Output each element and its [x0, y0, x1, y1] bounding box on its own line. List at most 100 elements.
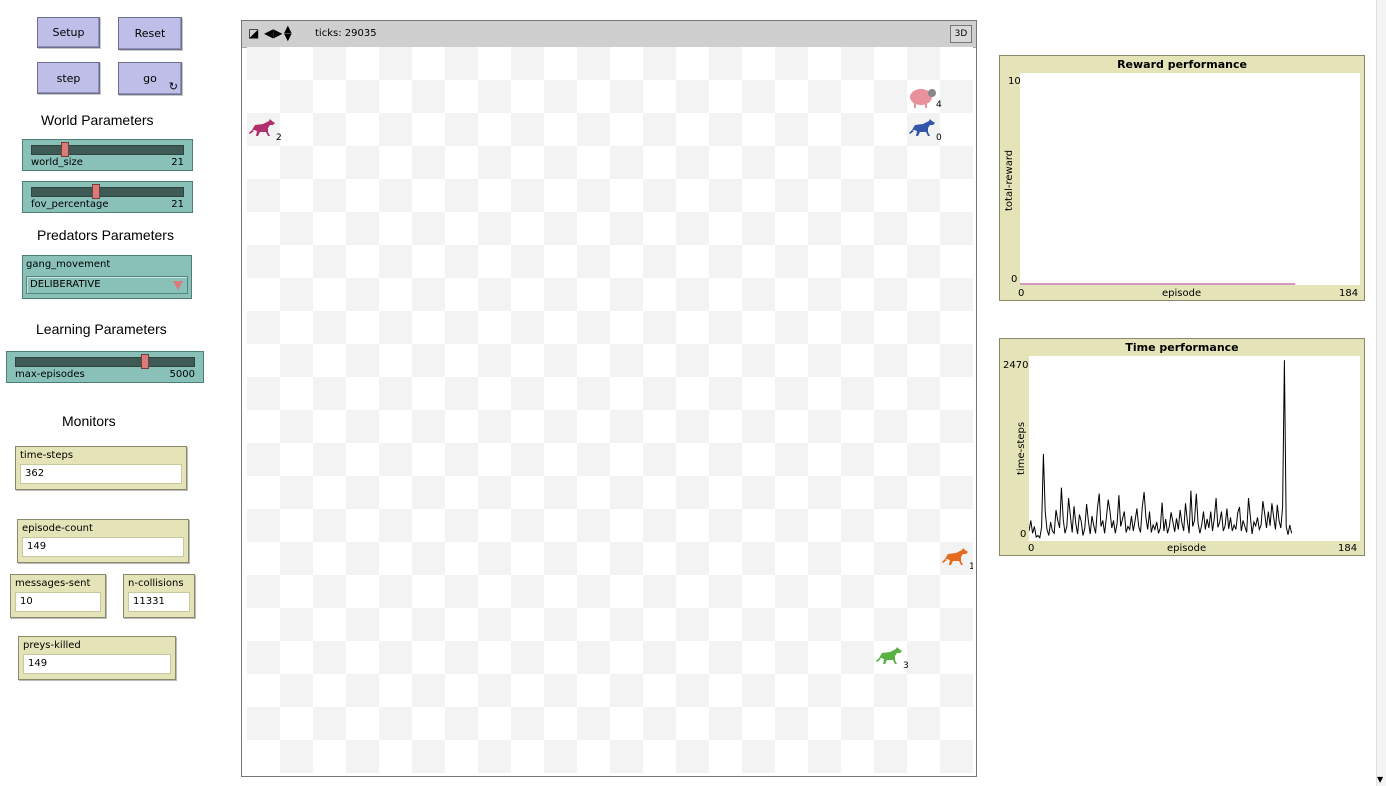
grid-cell — [874, 740, 907, 773]
grid-cell — [940, 344, 973, 377]
grid-cell — [412, 542, 445, 575]
grid-cell — [775, 443, 808, 476]
grid-cell — [346, 113, 379, 146]
grid-cell — [709, 47, 742, 80]
grid-cell — [742, 575, 775, 608]
vertical-resize-icon[interactable]: ▲ ▼ — [284, 25, 292, 43]
slider-thumb[interactable] — [92, 184, 100, 199]
grid-cell — [907, 641, 940, 674]
grid-cell — [280, 179, 313, 212]
grid-cell — [775, 80, 808, 113]
chooser-dropdown[interactable]: DELIBERATIVE — [26, 276, 188, 294]
grid-cell — [280, 47, 313, 80]
grid-cell — [775, 542, 808, 575]
grid-cell — [247, 575, 280, 608]
grid-cell — [412, 509, 445, 542]
grid-cell — [808, 443, 841, 476]
grid-cell — [676, 608, 709, 641]
grid-cell — [940, 212, 973, 245]
agent-label: 4 — [936, 100, 942, 110]
grid-cell — [412, 311, 445, 344]
grid-cell — [247, 641, 280, 674]
grid-cell — [478, 476, 511, 509]
go-button[interactable]: go ↻ — [118, 62, 182, 95]
grid-cell — [940, 509, 973, 542]
grid-cell — [709, 476, 742, 509]
grid-cell — [940, 608, 973, 641]
grid-cell — [775, 146, 808, 179]
grid-cell — [775, 509, 808, 542]
shape-toggle-icon[interactable]: ◪ — [248, 26, 259, 40]
grid-cell — [313, 47, 346, 80]
grid-cell — [643, 47, 676, 80]
grid-cell — [280, 410, 313, 443]
grid-cell — [907, 245, 940, 278]
grid-cell — [445, 476, 478, 509]
fov-percentage-slider[interactable]: fov_percentage 21 — [22, 181, 193, 213]
grid-cell — [841, 641, 874, 674]
grid-cell — [478, 740, 511, 773]
grid-cell — [808, 179, 841, 212]
world-size-slider[interactable]: world_size 21 — [22, 139, 193, 171]
grid-cell — [445, 179, 478, 212]
page-scrollbar[interactable]: ▼ — [1376, 0, 1386, 786]
setup-button[interactable]: Setup — [37, 17, 100, 48]
grid-cell — [610, 179, 643, 212]
slider-thumb[interactable] — [61, 142, 69, 157]
grid-cell — [511, 113, 544, 146]
step-button[interactable]: step — [37, 62, 100, 94]
grid-cell — [841, 278, 874, 311]
grid-cell — [280, 476, 313, 509]
chooser-label: gang_movement — [26, 259, 111, 270]
preys-killed-monitor: preys-killed 149 — [18, 636, 176, 680]
world-view[interactable]: ◪ ◀▶ ▲ ▼ ticks: 29035 3D 4 2 0 1 3 — [241, 20, 977, 777]
grid-cell — [841, 146, 874, 179]
grid-cell — [940, 179, 973, 212]
3d-view-button[interactable]: 3D — [950, 25, 972, 43]
slider-track — [31, 145, 184, 155]
grid-cell — [544, 410, 577, 443]
grid-cell — [412, 575, 445, 608]
grid-cell — [511, 641, 544, 674]
grid-cell — [874, 113, 907, 146]
grid-cell — [676, 113, 709, 146]
grid-cell — [808, 377, 841, 410]
grid-cell — [577, 476, 610, 509]
reset-button[interactable]: Reset — [118, 17, 182, 50]
monitors-heading: Monitors — [62, 413, 116, 429]
slider-thumb[interactable] — [141, 354, 149, 369]
grid-cell — [247, 344, 280, 377]
grid-cell — [544, 113, 577, 146]
dropdown-arrow-icon — [173, 281, 183, 290]
grid-cell — [379, 80, 412, 113]
grid-cell — [280, 80, 313, 113]
grid-cell — [775, 344, 808, 377]
horizontal-resize-icon[interactable]: ◀▶ — [264, 26, 282, 40]
grid-cell — [247, 509, 280, 542]
gang-movement-chooser[interactable]: gang_movement DELIBERATIVE — [22, 255, 192, 299]
max-episodes-slider[interactable]: max-episodes 5000 — [6, 351, 204, 383]
grid-cell — [511, 443, 544, 476]
grid-cell — [478, 542, 511, 575]
grid-cell — [478, 113, 511, 146]
grid-cell — [676, 740, 709, 773]
grid-cell — [676, 377, 709, 410]
grid-cell — [610, 245, 643, 278]
grid-cell — [907, 410, 940, 443]
grid-cell — [247, 542, 280, 575]
world-grid[interactable]: 4 2 0 1 3 — [247, 47, 973, 773]
grid-cell — [478, 674, 511, 707]
grid-cell — [841, 47, 874, 80]
plot-area — [1020, 73, 1360, 285]
grid-cell — [313, 608, 346, 641]
scroll-down-icon[interactable]: ▼ — [1377, 775, 1383, 784]
grid-cell — [676, 344, 709, 377]
grid-cell — [577, 278, 610, 311]
grid-cell — [610, 608, 643, 641]
grid-cell — [940, 80, 973, 113]
grid-cell — [511, 410, 544, 443]
grid-cell — [709, 113, 742, 146]
grid-cell — [676, 410, 709, 443]
y-tick-max: 10 — [1008, 76, 1021, 87]
grid-cell — [643, 278, 676, 311]
